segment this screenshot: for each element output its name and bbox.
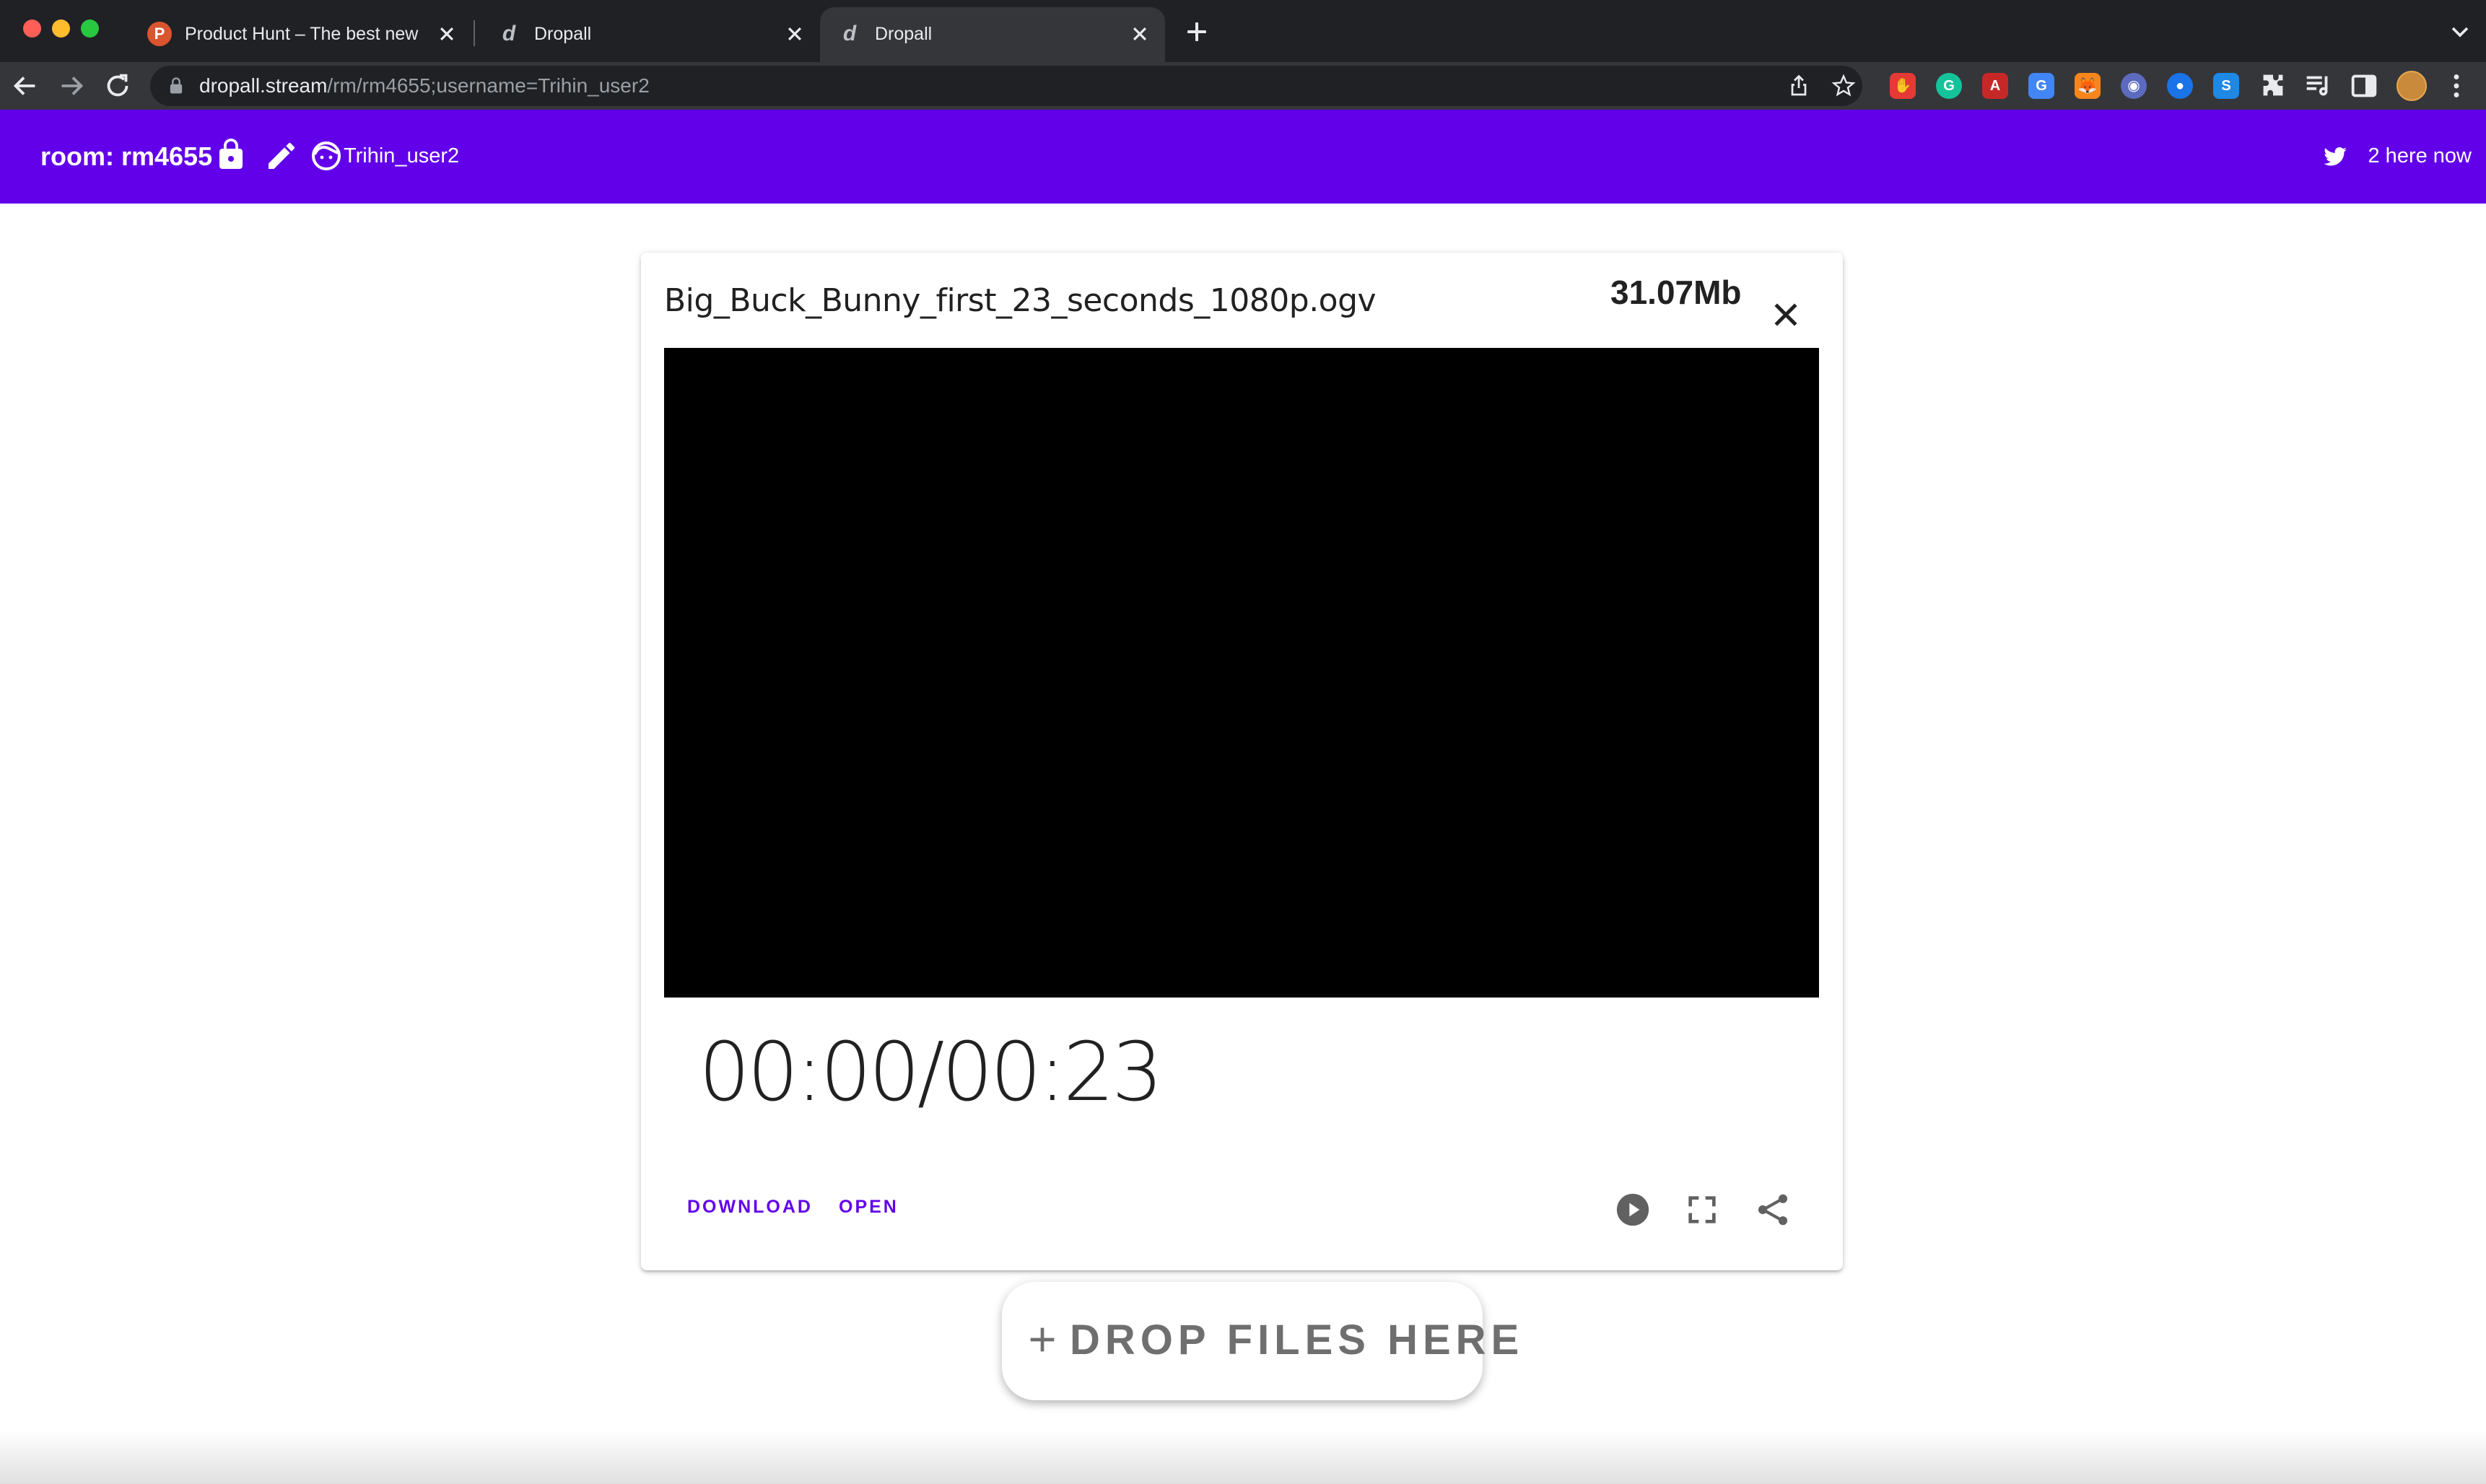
playback-time: 00:00/00:23 [699, 1026, 1163, 1119]
url-text[interactable]: dropall.stream/rm/rm4655;username=Trihin… [199, 73, 650, 99]
translate-extension-icon[interactable]: G [2028, 73, 2054, 99]
padlock-icon [170, 77, 183, 94]
tab-title: Dropall [534, 24, 592, 44]
drop-files-label: DROP FILES HERE [1070, 1317, 1525, 1363]
presence-count: 2 here now [2368, 144, 2472, 167]
tab-title: Product Hunt – The best new p [185, 24, 423, 44]
tab-separator [474, 20, 475, 46]
metamask-icon[interactable]: 🦊 [2075, 73, 2101, 99]
file-size: 31.07Mb [1610, 274, 1742, 311]
app-header: room: rm4655 Trihin_user2 2 here now [0, 110, 2486, 204]
bookmark-star-icon[interactable] [1831, 73, 1857, 99]
fullscreen-icon[interactable] [1682, 1190, 1722, 1230]
back-arrow-icon[interactable] [9, 69, 42, 102]
url-path: /rm/rm4655;username=Trihin_user2 [327, 74, 650, 97]
browser-tab-strip: P Product Hunt – The best new p d Dropal… [0, 0, 2486, 62]
tab-close-icon[interactable] [781, 20, 808, 48]
product-hunt-favicon-icon: P [147, 22, 172, 46]
file-name: Big_Buck_Bunny_first_23_seconds_1080p.og… [664, 282, 1377, 319]
bottom-shadow [0, 1429, 2486, 1484]
drop-files-button[interactable]: DROP FILES HERE [1002, 1282, 1519, 1400]
media-queue-icon[interactable] [2301, 69, 2334, 102]
dropall-favicon-icon: d [842, 22, 857, 45]
tab-close-icon[interactable] [433, 20, 461, 48]
pdf-extension-icon[interactable]: A [1982, 73, 2008, 99]
forward-arrow-icon[interactable] [55, 69, 88, 102]
edit-pencil-icon[interactable] [264, 139, 299, 173]
username-label[interactable]: Trihin_user2 [344, 141, 459, 170]
tab-dropall-1[interactable]: d Dropall [479, 7, 816, 62]
red-extension-icon[interactable]: ✋ [1890, 73, 1916, 99]
extensions-puzzle-icon[interactable] [2256, 69, 2290, 102]
share-page-icon[interactable] [1786, 73, 1812, 99]
lock-icon[interactable] [214, 137, 248, 172]
profile-avatar[interactable] [2396, 71, 2427, 101]
chat-extension-icon[interactable]: ◉ [2121, 73, 2147, 99]
presence-indicator: 2 here now [2323, 141, 2472, 170]
address-bar[interactable]: dropall.stream/rm/rm4655;username=Trihin… [150, 66, 1862, 106]
tab-title: Dropall [875, 24, 933, 44]
plus-icon [1030, 1327, 1055, 1352]
close-icon[interactable] [1764, 293, 1807, 336]
play-circle-icon[interactable] [1613, 1190, 1653, 1230]
browser-toolbar: dropall.stream/rm/rm4655;username=Trihin… [0, 62, 2486, 110]
user-face-icon [312, 141, 341, 170]
grammarly-icon[interactable]: G [1936, 73, 1962, 99]
twitter-bird-icon[interactable] [2321, 143, 2350, 169]
window-minimize-button[interactable] [52, 19, 70, 38]
room-title: room: rm4655 [40, 141, 213, 171]
dropall-favicon-icon: d [502, 22, 516, 45]
circle-extension-icon[interactable]: ● [2167, 73, 2193, 99]
download-button[interactable]: DOWNLOAD [687, 1192, 813, 1221]
new-tab-plus-icon[interactable] [1181, 16, 1213, 48]
window-close-button[interactable] [23, 19, 41, 38]
tab-close-icon[interactable] [1126, 20, 1153, 48]
file-card: Big_Buck_Bunny_first_23_seconds_1080p.og… [641, 253, 1843, 1270]
side-panel-icon[interactable] [2347, 69, 2381, 102]
tab-search-chevron-down-icon[interactable] [2446, 17, 2474, 46]
url-host: dropall.stream [199, 74, 328, 97]
video-player[interactable] [664, 348, 1819, 998]
more-vertical-icon[interactable] [2440, 69, 2473, 102]
tab-dropall-active[interactable]: d Dropall [820, 7, 1165, 62]
tab-product-hunt[interactable]: P Product Hunt – The best new p [130, 7, 466, 62]
reload-icon[interactable] [101, 69, 134, 102]
s-extension-icon[interactable]: S [2213, 73, 2239, 99]
open-button[interactable]: OPEN [839, 1192, 899, 1221]
window-zoom-button[interactable] [81, 19, 99, 38]
share-icon[interactable] [1753, 1190, 1793, 1230]
